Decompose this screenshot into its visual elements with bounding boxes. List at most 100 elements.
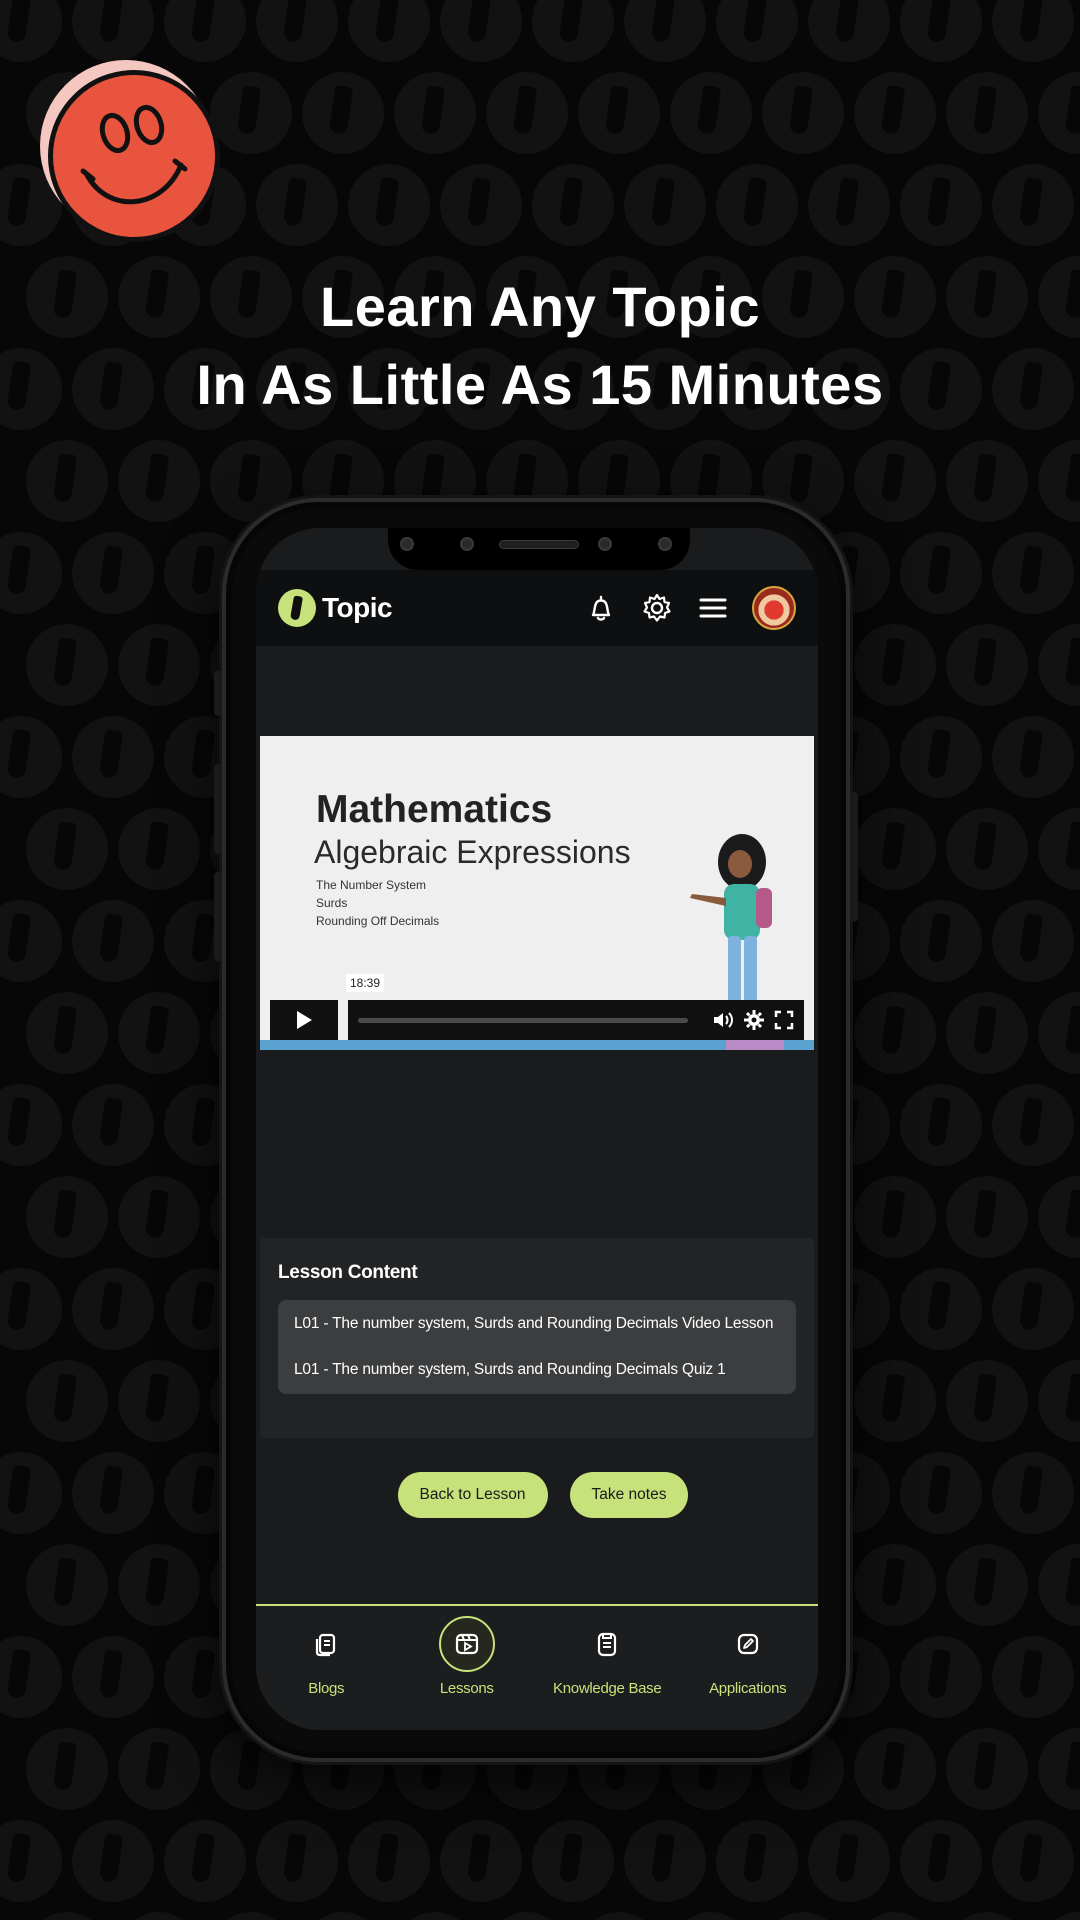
background-logo-icon bbox=[72, 1820, 154, 1902]
lesson-actions: Back to Lesson Take notes bbox=[256, 1472, 818, 1518]
bell-icon[interactable] bbox=[584, 591, 618, 625]
seek-bar[interactable] bbox=[358, 1017, 688, 1023]
background-logo-icon bbox=[854, 624, 936, 706]
background-logo-icon bbox=[946, 1544, 1028, 1626]
background-logo-icon bbox=[118, 1728, 200, 1810]
bottom-nav: Blogs Lessons Knowledge Base Application… bbox=[256, 1604, 818, 1730]
background-logo-icon bbox=[0, 1820, 62, 1902]
background-logo-icon bbox=[118, 992, 200, 1074]
background-logo-icon bbox=[440, 164, 522, 246]
phone-side-button bbox=[214, 670, 222, 716]
knowledge-base-icon bbox=[579, 1616, 635, 1672]
background-logo-icon bbox=[0, 1268, 62, 1350]
take-notes-button[interactable]: Take notes bbox=[569, 1472, 689, 1518]
blog-icon bbox=[298, 1616, 354, 1672]
background-logo-icon bbox=[854, 1176, 936, 1258]
background-logo-icon bbox=[1038, 624, 1080, 706]
nav-item-knowledge-base[interactable]: Knowledge Base bbox=[537, 1606, 678, 1730]
lesson-item-quiz[interactable]: L01 - The number system, Surds and Round… bbox=[294, 1358, 780, 1382]
sensor-icon bbox=[598, 537, 612, 551]
background-logo-icon bbox=[394, 1912, 476, 1920]
smiley-face-icon bbox=[80, 104, 188, 205]
background-logo-icon bbox=[118, 1912, 200, 1920]
background-logo-icon bbox=[624, 0, 706, 62]
gear-icon[interactable] bbox=[640, 591, 674, 625]
background-logo-icon bbox=[348, 164, 430, 246]
phone-volume-down-button bbox=[214, 872, 222, 962]
background-logo-icon bbox=[72, 900, 154, 982]
background-logo-icon bbox=[670, 72, 752, 154]
settings-icon[interactable] bbox=[744, 1010, 764, 1030]
applications-icon bbox=[720, 1616, 776, 1672]
phone-power-button bbox=[850, 792, 858, 922]
background-logo-icon bbox=[72, 716, 154, 798]
background-logo-icon bbox=[0, 1084, 62, 1166]
background-logo-icon bbox=[716, 164, 798, 246]
background-logo-icon bbox=[946, 1176, 1028, 1258]
lesson-list: L01 - The number system, Surds and Round… bbox=[278, 1300, 796, 1394]
fullscreen-icon[interactable] bbox=[774, 1010, 794, 1030]
background-logo-icon bbox=[670, 1912, 752, 1920]
lesson-item-video[interactable]: L01 - The number system, Surds and Round… bbox=[294, 1312, 780, 1336]
camera-icon bbox=[460, 537, 474, 551]
background-logo-icon bbox=[900, 1452, 982, 1534]
background-logo-icon bbox=[164, 1820, 246, 1902]
background-logo-icon bbox=[486, 1912, 568, 1920]
brand-logo[interactable]: Topic bbox=[278, 589, 393, 627]
nav-label: Knowledge Base bbox=[553, 1680, 662, 1697]
speaker-grille bbox=[499, 540, 579, 549]
nav-item-lessons[interactable]: Lessons bbox=[397, 1606, 538, 1730]
background-logo-icon bbox=[900, 1820, 982, 1902]
background-logo-icon bbox=[900, 164, 982, 246]
background-logo-icon bbox=[854, 1544, 936, 1626]
presenter-illustration bbox=[690, 834, 772, 1012]
back-to-lesson-button[interactable]: Back to Lesson bbox=[397, 1472, 548, 1518]
play-button[interactable] bbox=[270, 1000, 338, 1040]
video-topic-list: The Number System Surds Rounding Off Dec… bbox=[316, 876, 439, 930]
background-logo-icon bbox=[900, 1084, 982, 1166]
nav-item-blogs[interactable]: Blogs bbox=[256, 1606, 397, 1730]
background-logo-icon bbox=[992, 164, 1074, 246]
avatar[interactable] bbox=[752, 586, 796, 630]
video-topic: Rounding Off Decimals bbox=[316, 914, 440, 928]
phone-notch bbox=[388, 528, 690, 570]
app-header: Topic bbox=[256, 570, 818, 646]
background-logo-icon bbox=[900, 900, 982, 982]
background-logo-icon bbox=[992, 716, 1074, 798]
background-logo-icon bbox=[72, 1268, 154, 1350]
background-logo-icon bbox=[302, 72, 384, 154]
nav-item-applications[interactable]: Applications bbox=[678, 1606, 819, 1730]
volume-icon[interactable] bbox=[712, 1010, 734, 1030]
background-logo-icon bbox=[440, 0, 522, 62]
video-topic: The Number System bbox=[316, 878, 427, 892]
background-logo-icon bbox=[992, 900, 1074, 982]
background-logo-icon bbox=[624, 1820, 706, 1902]
background-logo-icon bbox=[210, 1912, 292, 1920]
background-logo-icon bbox=[808, 1820, 890, 1902]
smiley-logo bbox=[40, 60, 220, 246]
background-logo-icon bbox=[1038, 1176, 1080, 1258]
menu-icon[interactable] bbox=[696, 591, 730, 625]
background-logo-icon bbox=[0, 900, 62, 982]
nav-label: Applications bbox=[709, 1680, 787, 1697]
background-logo-icon bbox=[532, 1820, 614, 1902]
phone-mockup: Topic Mathematics Algebraic Expressions … bbox=[214, 498, 858, 1762]
background-logo-icon bbox=[1038, 1912, 1080, 1920]
video-controls bbox=[270, 1000, 804, 1040]
background-logo-icon bbox=[900, 1268, 982, 1350]
background-logo-icon bbox=[762, 72, 844, 154]
background-logo-icon bbox=[578, 1912, 660, 1920]
video-title: Mathematics bbox=[316, 788, 553, 831]
background-logo-icon bbox=[578, 72, 660, 154]
background-logo-icon bbox=[118, 1360, 200, 1442]
background-logo-icon bbox=[26, 1544, 108, 1626]
background-logo-icon bbox=[118, 808, 200, 890]
video-player[interactable]: Mathematics Algebraic Expressions The Nu… bbox=[260, 736, 814, 1050]
background-logo-icon bbox=[900, 716, 982, 798]
nav-label: Lessons bbox=[439, 1680, 494, 1697]
background-logo-icon bbox=[808, 0, 890, 62]
background-logo-icon bbox=[72, 1452, 154, 1534]
lesson-content-panel: Lesson Content L01 - The number system, … bbox=[260, 1238, 814, 1438]
background-logo-icon bbox=[946, 624, 1028, 706]
background-logo-icon bbox=[854, 440, 936, 522]
